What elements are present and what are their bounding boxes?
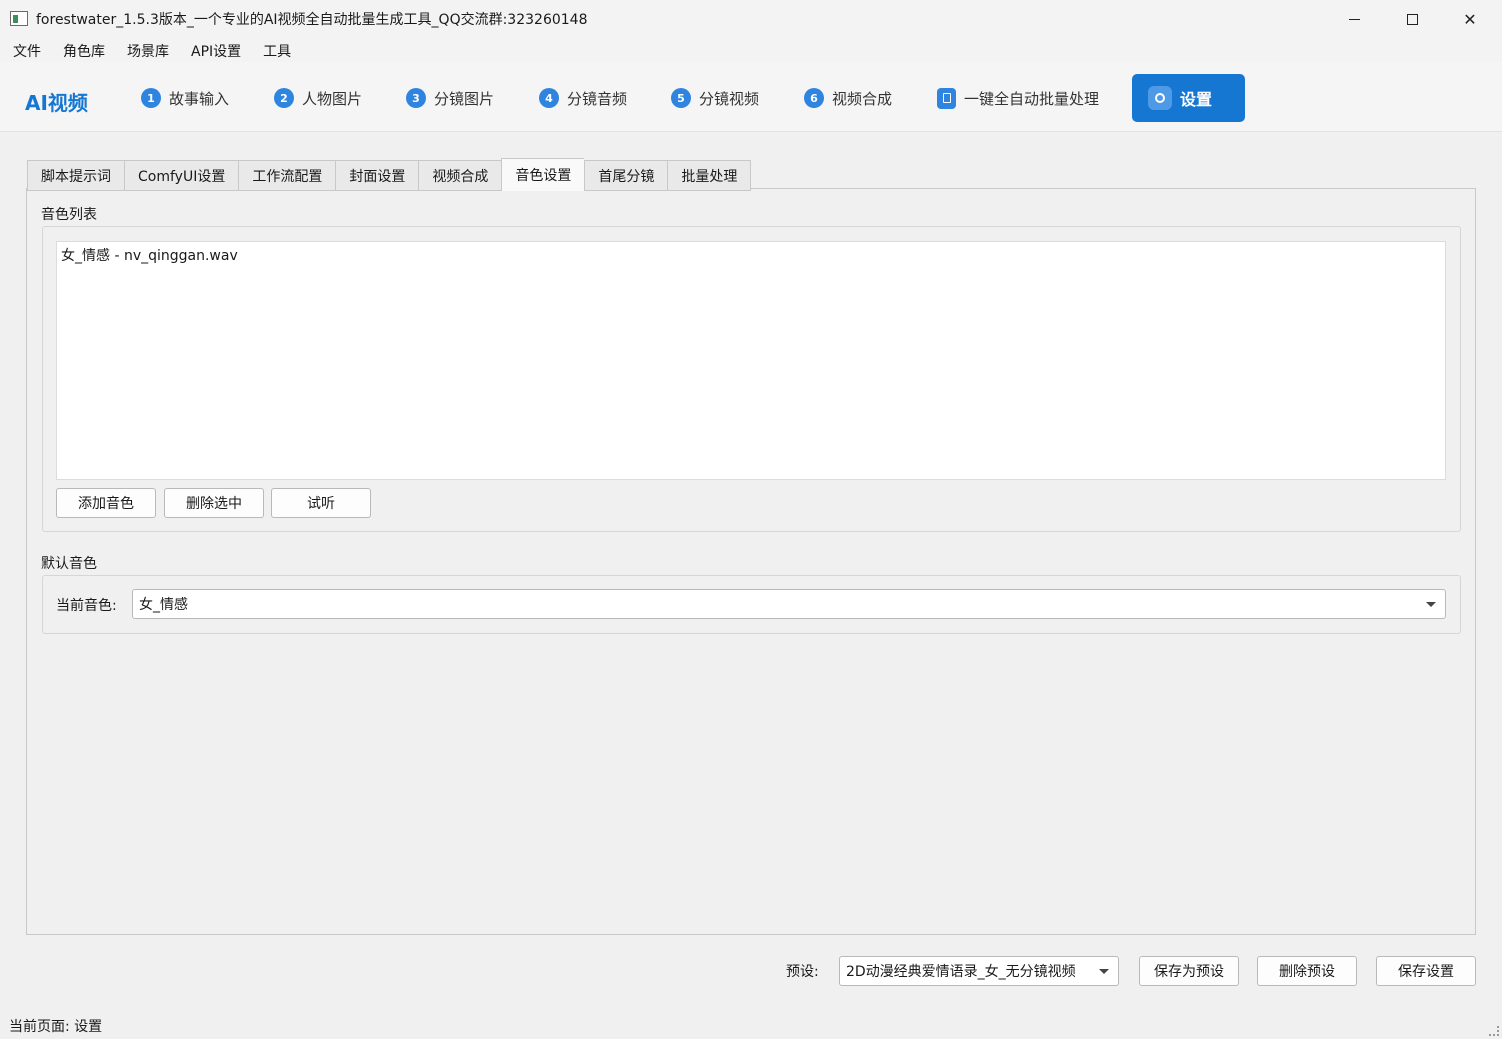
chevron-down-icon	[1426, 602, 1436, 607]
nav-step-video-compose[interactable]: 6 视频合成	[804, 84, 892, 112]
menu-tools[interactable]: 工具	[250, 38, 300, 62]
nav-step-batch-process[interactable]: 一键全自动批量处理	[937, 84, 1099, 112]
nav-step-label: 人物图片	[302, 89, 363, 108]
resize-grip-icon[interactable]	[1489, 1026, 1499, 1036]
step-number-badge: 1	[141, 88, 161, 108]
document-icon	[937, 87, 956, 109]
nav-step-label: 一键全自动批量处理	[964, 89, 1100, 108]
tab-video-compose[interactable]: 视频合成	[418, 160, 502, 191]
list-item[interactable]: 女_情感 - nv_qinggan.wav	[57, 242, 1445, 265]
menu-file[interactable]: 文件	[0, 38, 50, 62]
minimize-button[interactable]	[1325, 0, 1383, 38]
preset-value: 2D动漫经典爱情语录_女_无分镜视频	[846, 964, 1076, 980]
chevron-down-icon	[1099, 969, 1109, 974]
status-text: 当前页面: 设置	[9, 1019, 103, 1035]
tab-workflow-config[interactable]: 工作流配置	[238, 160, 336, 191]
save-settings-button[interactable]: 保存设置	[1376, 956, 1476, 986]
preset-label: 预设:	[786, 964, 819, 980]
step-number-badge: 3	[406, 88, 426, 108]
current-voice-label: 当前音色:	[56, 598, 117, 614]
current-voice-select[interactable]: 女_情感	[132, 589, 1446, 619]
delete-preset-button[interactable]: 删除预设	[1257, 956, 1357, 986]
step-navigation: AI视频 1 故事输入 2 人物图片 3 分镜图片 4 分镜音频 5 分镜视频 …	[0, 62, 1502, 132]
close-icon: ✕	[1463, 9, 1477, 29]
window-title: forestwater_1.5.3版本_一个专业的AI视频全自动批量生成工具_Q…	[36, 12, 588, 28]
nav-step-storyboard-audio[interactable]: 4 分镜音频	[539, 84, 627, 112]
step-number-badge: 5	[671, 88, 691, 108]
title-bar: forestwater_1.5.3版本_一个专业的AI视频全自动批量生成工具_Q…	[0, 0, 1502, 38]
menu-bar: 文件 角色库 场景库 API设置 工具	[0, 38, 1502, 62]
default-voice-title: 默认音色	[41, 556, 97, 572]
save-as-preset-button[interactable]: 保存为预设	[1139, 956, 1239, 986]
maximize-icon	[1406, 13, 1418, 25]
tab-script-prompt[interactable]: 脚本提示词	[27, 160, 124, 191]
menu-role-library[interactable]: 角色库	[50, 38, 114, 62]
app-icon	[10, 11, 28, 26]
nav-step-character-images[interactable]: 2 人物图片	[274, 84, 362, 112]
step-number-badge: 4	[539, 88, 559, 108]
tab-voice-settings[interactable]: 音色设置	[501, 158, 585, 191]
tab-cover-settings[interactable]: 封面设置	[335, 160, 419, 191]
step-number-badge: 6	[804, 88, 824, 108]
tab-first-last-shot[interactable]: 首尾分镜	[584, 160, 668, 191]
minimize-icon	[1348, 18, 1360, 20]
nav-step-label: 故事输入	[169, 89, 230, 108]
status-bar: 当前页面: 设置	[0, 1011, 1502, 1039]
nav-settings-button[interactable]: 设置	[1132, 74, 1245, 122]
tab-comfyui-settings[interactable]: ComfyUI设置	[124, 160, 239, 191]
nav-step-label: 分镜视频	[699, 89, 760, 108]
nav-step-label: 分镜图片	[434, 89, 495, 108]
nav-settings-label: 设置	[1180, 90, 1213, 109]
close-button[interactable]: ✕	[1441, 0, 1499, 38]
nav-step-storyboard-video[interactable]: 5 分镜视频	[671, 84, 759, 112]
nav-step-label: 分镜音频	[567, 89, 628, 108]
current-voice-value: 女_情感	[139, 597, 188, 613]
step-number-badge: 2	[274, 88, 294, 108]
add-voice-button[interactable]: 添加音色	[56, 488, 156, 518]
delete-selected-button[interactable]: 删除选中	[164, 488, 264, 518]
tab-batch-process[interactable]: 批量处理	[667, 160, 752, 191]
voice-list-title: 音色列表	[41, 207, 97, 223]
listen-button[interactable]: 试听	[271, 488, 371, 518]
preset-select[interactable]: 2D动漫经典爱情语录_女_无分镜视频	[839, 956, 1119, 986]
settings-icon	[1148, 86, 1172, 110]
settings-tabs: 脚本提示词 ComfyUI设置 工作流配置 封面设置 视频合成 音色设置 首尾分…	[27, 158, 752, 191]
menu-api-settings[interactable]: API设置	[178, 38, 250, 62]
menu-scene-library[interactable]: 场景库	[114, 38, 178, 62]
nav-step-label: 视频合成	[832, 89, 893, 108]
brand-title: AI视频	[25, 91, 88, 115]
nav-step-storyboard-images[interactable]: 3 分镜图片	[406, 84, 494, 112]
voice-list[interactable]: 女_情感 - nv_qinggan.wav	[56, 241, 1446, 480]
maximize-button[interactable]	[1383, 0, 1441, 38]
nav-step-story-input[interactable]: 1 故事输入	[141, 84, 229, 112]
